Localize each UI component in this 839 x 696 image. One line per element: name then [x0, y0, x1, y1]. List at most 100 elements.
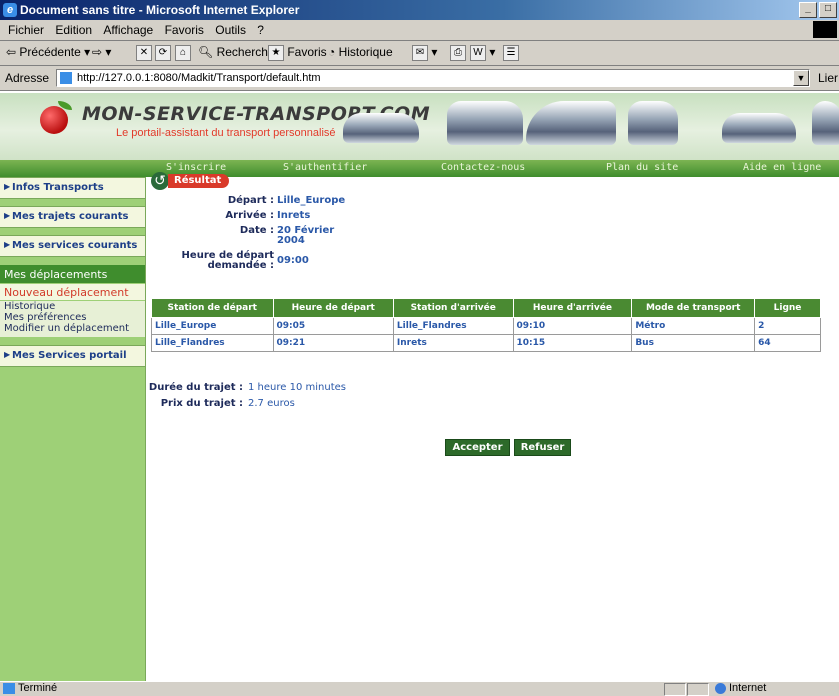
- address-label: Adresse: [5, 71, 50, 85]
- sidebar-item-mes-services-portail[interactable]: ▶ Mes Services portail: [0, 345, 145, 367]
- depart-label: Départ :: [227, 195, 274, 206]
- home-icon[interactable]: ⌂: [175, 45, 191, 61]
- sidebar-link-nouveau-deplacement[interactable]: Nouveau déplacement: [0, 284, 145, 300]
- duree-value: 1 heure 10 minutes: [248, 382, 346, 393]
- status-bar: Terminé Internet: [0, 681, 839, 696]
- sidebar-item-mes-trajets-courants[interactable]: ▶ Mes trajets courants: [0, 206, 145, 228]
- history-button[interactable]: ◔ Historique: [328, 45, 393, 59]
- heure-label-line2: demandée :: [207, 260, 274, 271]
- result-arrow-icon: ↺: [151, 172, 169, 190]
- col-station-depart: Station de départ: [151, 298, 274, 318]
- cell-station-arrivee: Lille_Flandres: [392, 317, 514, 335]
- accept-button[interactable]: Accepter: [445, 439, 510, 456]
- nav-contact[interactable]: Contactez-nous: [441, 162, 525, 173]
- back-button[interactable]: ⇦ Précédente ▾: [6, 45, 90, 59]
- menu-help[interactable]: ?: [257, 23, 264, 37]
- table-row: Lille_Europe 09:05 Lille_Flandres 09:10 …: [151, 317, 821, 335]
- prix-value: 2.7 euros: [248, 398, 295, 409]
- back-arrow-icon: ⇦: [6, 45, 17, 59]
- table-row: Lille_Flandres 09:21 Inrets 10:15 Bus 64: [151, 334, 821, 352]
- sidebar-link-mes-preferences[interactable]: Mes préférences: [0, 312, 145, 323]
- col-station-arrivee: Station d'arrivée: [392, 298, 514, 318]
- site-header: MON-SERVICE-TRANSPORT.COM Le portail-ass…: [0, 92, 839, 161]
- nav-plan-du-site[interactable]: Plan du site: [606, 162, 678, 173]
- prix-label: Prix du trajet :: [160, 398, 243, 409]
- sidebar-link-modifier-deplacement[interactable]: Modifier un déplacement: [0, 323, 145, 334]
- forward-button[interactable]: ⇨ ▾: [92, 45, 111, 59]
- site-nav: S'inscrire S'authentifier Contactez-nous…: [0, 160, 839, 177]
- menu-fichier[interactable]: Fichier: [8, 23, 44, 37]
- cell-station-depart: Lille_Europe: [151, 317, 274, 335]
- refresh-icon[interactable]: ⟳: [155, 45, 171, 61]
- menu-edition[interactable]: Edition: [55, 23, 92, 37]
- heure-value: 09:00: [277, 255, 309, 266]
- window-title: Document sans titre - Microsoft Internet…: [20, 3, 300, 17]
- date-label: Date :: [239, 225, 274, 236]
- table-header-row: Station de départ Heure de départ Statio…: [151, 298, 821, 318]
- sidebar-item-label: Mes trajets courants: [12, 211, 129, 222]
- cell-station-arrivee: Inrets: [392, 334, 514, 352]
- cell-heure-depart: 09:05: [272, 317, 394, 335]
- print-icon[interactable]: ⎙: [450, 45, 466, 61]
- menu-outils[interactable]: Outils: [215, 23, 246, 37]
- cell-station-depart: Lille_Flandres: [151, 334, 274, 352]
- links-label[interactable]: Lier: [818, 71, 838, 85]
- menu-affichage[interactable]: Affichage: [103, 23, 153, 37]
- train-image: [526, 101, 616, 145]
- status-cell: [687, 683, 709, 696]
- sidebar-item-label: Mes services courants: [12, 240, 138, 251]
- arrow-right-icon: ▶: [4, 350, 11, 359]
- bus-image-2: [812, 101, 839, 145]
- site-subtitle: Le portail-assistant du transport person…: [116, 127, 336, 139]
- window-controls: _ □: [799, 2, 837, 18]
- done-page-icon: [3, 683, 15, 694]
- nav-sauthentifier[interactable]: S'authentifier: [283, 162, 367, 173]
- cell-mode-transport: Métro: [631, 317, 756, 335]
- refuse-button[interactable]: Refuser: [514, 439, 571, 456]
- sidebar-link-historique[interactable]: Historique: [0, 301, 145, 312]
- nav-aide-en-ligne[interactable]: Aide en ligne: [743, 162, 821, 173]
- sidebar-item-mes-services-courants[interactable]: ▶ Mes services courants: [0, 235, 145, 257]
- tram-image: [628, 101, 678, 145]
- security-zone-label: Internet: [729, 682, 767, 694]
- history-icon: ◔: [328, 45, 336, 59]
- internet-globe-icon: [715, 683, 726, 694]
- maximize-button[interactable]: □: [819, 2, 837, 18]
- chevron-down-icon[interactable]: ▼: [793, 70, 809, 86]
- mail-icon[interactable]: ✉ ▾: [412, 45, 437, 61]
- col-ligne: Ligne: [754, 298, 821, 318]
- address-bar: Adresse http://127.0.0.1:8080/Madkit/Tra…: [0, 66, 839, 91]
- col-heure-depart: Heure de départ: [272, 298, 394, 318]
- sidebar-link-label: Nouveau déplacement: [4, 286, 129, 299]
- nav-sinscrire[interactable]: S'inscrire: [166, 162, 226, 173]
- address-input[interactable]: http://127.0.0.1:8080/Madkit/Transport/d…: [56, 69, 810, 87]
- minimize-button[interactable]: _: [799, 2, 817, 18]
- favorites-label: Favoris: [287, 45, 327, 60]
- date-value-line2: 2004: [277, 235, 305, 246]
- sidebar-item-label: Infos Transports: [12, 182, 104, 193]
- depart-value: Lille_Europe: [277, 195, 346, 206]
- favorites-button[interactable]: ★ Favoris: [268, 45, 327, 61]
- logo-apple-icon: [40, 106, 68, 134]
- address-url: http://127.0.0.1:8080/Madkit/Transport/d…: [77, 72, 321, 84]
- bus-image: [447, 101, 523, 145]
- history-label: Historique: [338, 45, 393, 59]
- col-heure-arrivee: Heure d'arrivée: [512, 298, 633, 318]
- stop-icon[interactable]: ✕: [136, 45, 152, 61]
- edit-icon[interactable]: W ▾: [470, 45, 495, 61]
- search-button[interactable]: 🔍︎ Rechercher: [198, 45, 279, 59]
- menu-favoris[interactable]: Favoris: [165, 23, 204, 37]
- arrivee-label: Arrivée :: [225, 210, 274, 221]
- discuss-icon[interactable]: ☰: [503, 45, 519, 61]
- sidebar-item-infos-transports[interactable]: ▶ Infos Transports: [0, 177, 145, 199]
- sidebar-section-label: Mes déplacements: [4, 268, 108, 281]
- page-icon: [60, 72, 72, 84]
- windows-logo-icon: [813, 21, 837, 38]
- menu-bar: Fichier Edition Affichage Favoris Outils…: [0, 20, 839, 41]
- arrow-right-icon: ▶: [4, 211, 11, 220]
- sidebar-links: Historique Mes préférences Modifier un d…: [0, 301, 145, 337]
- car-image: [343, 113, 419, 143]
- car-image-2: [722, 113, 796, 143]
- window-titlebar: e Document sans titre - Microsoft Intern…: [0, 0, 839, 20]
- col-mode-transport: Mode de transport: [631, 298, 756, 318]
